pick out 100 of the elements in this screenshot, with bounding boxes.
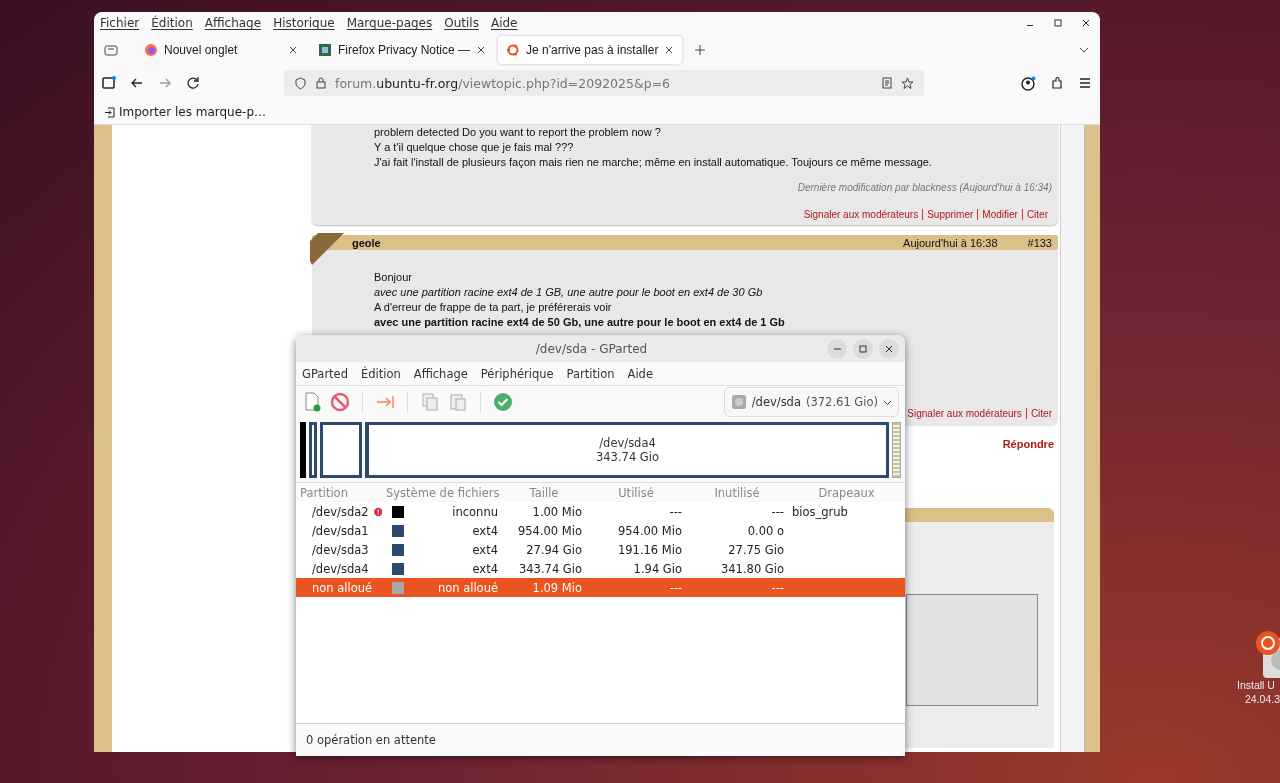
post-text: Y a t'il quelque chose que je fais mal ??? xyxy=(374,140,575,155)
post-action-link[interactable]: Citer xyxy=(1021,208,1052,220)
table-cell-text: 954.00 Mio xyxy=(616,523,683,538)
menu-item[interactable]: Marque-pages xyxy=(346,16,433,30)
partition-block xyxy=(300,422,306,478)
column-header: Inutilisé xyxy=(713,485,761,500)
table-cell-text: 1.09 Mio xyxy=(531,580,583,595)
status-text: 0 opération en attente xyxy=(296,724,905,756)
reload-icon[interactable] xyxy=(186,76,200,90)
post-action-link[interactable]: Signaler aux modérateurs xyxy=(799,208,923,220)
partition-row[interactable]: /dev/sda4 ext4 343.74 Gio 1.94 Gio 341.80 Gio xyxy=(296,559,905,578)
browser-tab[interactable]: Nouvel onglet xyxy=(136,36,306,64)
bookmark-item[interactable]: Importer les marque-p… xyxy=(104,105,267,119)
icon-label: 24.04.3 xyxy=(1245,692,1280,706)
close-icon[interactable] xyxy=(664,45,675,55)
plus-icon[interactable] xyxy=(694,44,707,56)
shield-icon xyxy=(294,76,307,90)
post-text: J'ai fait l'install de plusieurs façon mais rien ne marche; même en install automatique. Toujours ce même message. xyxy=(374,155,933,170)
column-header: Partition xyxy=(299,485,349,500)
post-text: avec une partition racine ext4 de 50 Gb, une autre pour le boot en ext4 de 1 Gb xyxy=(374,315,786,330)
partition-name: non alloué xyxy=(311,580,374,595)
column-header: Drapeaux xyxy=(817,485,876,500)
post-action-link[interactable]: Modifier xyxy=(977,208,1022,220)
close-button[interactable] xyxy=(879,338,899,359)
table-cell-text: 343.74 Gio xyxy=(517,561,583,576)
post-text: avec une partition racine ext4 de 1 GB, une autre pour le boot en ext4 de 30 Gb xyxy=(374,285,764,300)
extensions-icon[interactable] xyxy=(1050,75,1064,90)
table-cell-text: --- xyxy=(770,504,785,519)
menu-item[interactable]: Affichage xyxy=(204,16,262,30)
reply-link[interactable]: Répondre xyxy=(1002,438,1054,450)
forward-arrow-icon[interactable] xyxy=(158,76,172,90)
window-title: /dev/sda - GParted xyxy=(534,341,649,356)
url-text: forum.ubuntu-fr.org/viewtopic.php?id=2092025&p=6 xyxy=(335,75,672,91)
menu-item[interactable]: Aide xyxy=(490,16,518,30)
tab-list-icon[interactable] xyxy=(104,43,118,57)
post-action-link[interactable]: Signaler aux modérateurs xyxy=(903,407,1026,419)
table-cell-text: 341.80 Gio xyxy=(719,561,785,576)
table-cell-text: 191.16 Mio xyxy=(616,542,683,557)
browser-tab[interactable]: Je n'arrive pas à installer xyxy=(498,36,683,64)
post-action-link[interactable]: Citer xyxy=(1025,407,1056,419)
back-arrow-icon[interactable] xyxy=(130,76,144,90)
column-header: Taille xyxy=(528,485,560,500)
checkmark-icon[interactable] xyxy=(493,392,513,412)
menu-item[interactable]: Historique xyxy=(273,16,335,30)
minimize-icon xyxy=(833,347,841,350)
prohibited-icon[interactable] xyxy=(330,392,350,412)
close-icon[interactable] xyxy=(476,45,487,55)
close-icon xyxy=(885,344,893,353)
minimize-button[interactable] xyxy=(827,338,847,359)
new-document-icon[interactable] xyxy=(302,392,322,412)
import-icon xyxy=(104,106,115,118)
address-bar[interactable]: forum.ubuntu-fr.org/viewtopic.php?id=2092025&p=6 xyxy=(284,70,924,96)
firefox-icon xyxy=(144,43,158,57)
post-text: problem detected Do you want to report the problem now ? xyxy=(374,125,662,140)
menu-icon[interactable] xyxy=(1078,75,1092,90)
star-icon[interactable] xyxy=(901,76,914,90)
partition-name: /dev/sda4 xyxy=(311,561,370,576)
column-header: Système de fichiers xyxy=(385,485,501,500)
menu-item[interactable]: Fichier xyxy=(100,16,140,30)
partition-block: /dev/sda4 343.74 Gio xyxy=(365,422,889,478)
browser-tab[interactable]: Firefox Privacy Notice — xyxy=(310,36,495,64)
menu-item[interactable]: Partition xyxy=(566,366,615,381)
account-icon[interactable] xyxy=(1021,75,1036,91)
post-action-link[interactable]: Supprimer xyxy=(922,208,978,220)
document-icon xyxy=(318,43,332,57)
ubuntu-icon xyxy=(506,43,521,57)
table-cell-text: 954.00 Mio xyxy=(516,523,583,538)
menu-item[interactable]: Édition xyxy=(151,16,193,30)
table-cell-text: bios_grub xyxy=(791,504,849,519)
table-cell-text: 27.94 Gio xyxy=(525,542,583,557)
menu-item[interactable]: Outils xyxy=(444,16,479,30)
sidebar-icon[interactable] xyxy=(102,76,116,90)
menu-item[interactable]: GParted xyxy=(302,366,348,381)
table-cell-text: 1.94 Gio xyxy=(632,561,683,576)
partition-name: /dev/sda2 xyxy=(296,504,382,519)
menu-item[interactable]: Aide xyxy=(627,366,653,381)
maximize-button[interactable] xyxy=(853,338,873,359)
device-selector[interactable]: /dev/sda (372.61 Gio) xyxy=(723,387,899,417)
menu-item[interactable]: Affichage xyxy=(413,366,468,381)
menu-item[interactable]: Édition xyxy=(361,366,401,381)
table-cell-text: inconnu xyxy=(451,504,499,519)
unallocated-block xyxy=(892,422,901,478)
column-header: Utilisé xyxy=(617,485,655,500)
post-number: #133 xyxy=(1027,236,1052,249)
reader-view-icon[interactable] xyxy=(881,77,893,89)
partition-row[interactable]: /dev/sda3 ext4 27.94 Gio 191.16 Mio 27.75 Gio xyxy=(296,540,905,559)
message-field[interactable] xyxy=(906,594,1038,706)
partition-row[interactable]: /dev/sda2 inconnu 1.00 Mio --- --- bios_grub xyxy=(296,502,905,521)
menu-item[interactable]: Périphérique xyxy=(480,366,554,381)
close-icon[interactable] xyxy=(288,45,298,55)
table-cell-text: 1.00 Mio xyxy=(531,504,583,519)
partition-name: /dev/sda3 xyxy=(311,542,370,557)
table-cell-text: --- xyxy=(770,580,785,595)
partition-row[interactable]: /dev/sda1 ext4 954.00 Mio 954.00 Mio 0.00 o xyxy=(296,521,905,540)
table-cell-text: --- xyxy=(668,504,683,519)
table-cell-text: --- xyxy=(668,580,683,595)
icon-label: Install U xyxy=(1237,678,1275,692)
partition-name: /dev/sda1 xyxy=(311,523,370,538)
partition-row[interactable]: non alloué non alloué 1.09 Mio --- --- xyxy=(296,578,905,597)
lock-icon xyxy=(315,77,327,89)
